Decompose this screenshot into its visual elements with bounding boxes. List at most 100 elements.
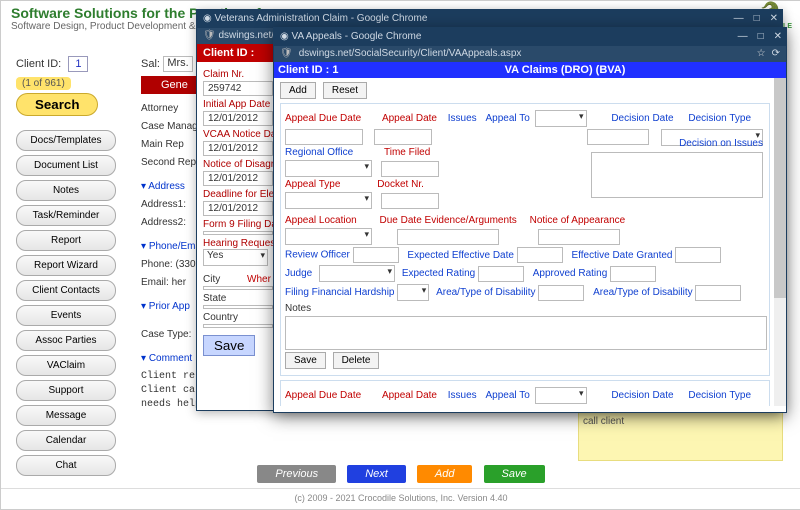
search-button[interactable]: Search — [16, 93, 98, 116]
document-list-button[interactable]: Document List — [16, 155, 116, 176]
claim-nr-input[interactable]: 259742 — [203, 81, 273, 96]
appeal-due-date-input[interactable] — [285, 129, 363, 145]
decision-on-issues-input[interactable] — [591, 152, 763, 198]
approved-rating-input[interactable] — [610, 266, 656, 282]
notes-button[interactable]: Notes — [16, 180, 116, 201]
city-where-label: Wher — [247, 274, 271, 285]
city-label: City — [203, 274, 220, 285]
appeal-due-date-label: Appeal Due Date — [285, 113, 361, 124]
star-icon[interactable]: ☆ — [757, 46, 766, 62]
appeal-to-select[interactable] — [535, 110, 587, 127]
sal-label: Sal: — [141, 58, 160, 70]
va-appeals-url[interactable]: 🛡 dswings.net/SocialSecurity/Client/VAAp… — [274, 46, 786, 62]
bottom-save-button[interactable]: Save — [484, 465, 545, 483]
calendar-button[interactable]: Calendar — [16, 430, 116, 451]
initial-app-date-input[interactable]: 12/01/2012 — [203, 111, 273, 126]
assoc-parties-button[interactable]: Assoc Parties — [16, 330, 116, 351]
client-contacts-button[interactable]: Client Contacts — [16, 280, 116, 301]
bottom-add-button[interactable]: Add — [417, 465, 473, 483]
effective-date-granted-input[interactable] — [675, 247, 721, 263]
close-icon[interactable]: ✕ — [774, 28, 782, 46]
docket-nr-input[interactable] — [381, 193, 439, 209]
state-input[interactable] — [203, 305, 273, 309]
appeal-type-select[interactable] — [285, 192, 372, 209]
add-button[interactable]: Add — [280, 82, 316, 99]
due-date-evidence-input[interactable] — [397, 229, 499, 245]
panel-save-button[interactable]: Save — [285, 352, 326, 369]
deadline-input[interactable]: 12/01/2012 — [203, 201, 273, 216]
message-button[interactable]: Message — [16, 405, 116, 426]
client-id-bar-blue: Client ID : 1 VA Claims (DRO) (BVA) — [274, 62, 786, 78]
previous-button[interactable]: Previous — [257, 465, 336, 483]
events-button[interactable]: Events — [16, 305, 116, 326]
reset-button[interactable]: Reset — [323, 82, 367, 99]
nod-input[interactable]: 12/01/2012 — [203, 171, 273, 186]
footer-copyright: (c) 2009 - 2021 Crocodile Solutions, Inc… — [1, 488, 800, 503]
appeal-to-select-2[interactable] — [535, 387, 587, 404]
appeal-location-label: Appeal Location — [285, 215, 357, 226]
financial-hardship-label: Filing Financial Hardship — [285, 287, 395, 298]
hearing-select[interactable]: Yes — [203, 249, 268, 266]
docket-nr-label: Docket Nr. — [377, 179, 424, 190]
regional-office-select[interactable] — [285, 160, 372, 177]
appeal-date-label: Appeal Date — [382, 113, 437, 124]
appeal-panel-1: Appeal Due Date Appeal Date Issues Appea… — [280, 103, 770, 376]
appeal-panel-2: Appeal Due Date Appeal Date Issues Appea… — [280, 380, 770, 406]
va-claim-save-button[interactable]: Save — [203, 335, 255, 356]
va-claim-titlebar[interactable]: ◉ Veterans Administration Claim - Google… — [197, 10, 782, 28]
client-id-value[interactable]: 1 — [68, 56, 88, 72]
docs-templates-button[interactable]: Docs/Templates — [16, 130, 116, 151]
vcaa-date-input[interactable]: 12/01/2012 — [203, 141, 273, 156]
form9-input[interactable] — [203, 231, 273, 235]
minimize-icon[interactable]: — — [738, 28, 748, 46]
area-type-disability-input-1[interactable] — [538, 285, 584, 301]
task-reminder-button[interactable]: Task/Reminder — [16, 205, 116, 226]
panel-delete-button[interactable]: Delete — [333, 352, 380, 369]
chrome-icon: ◉ — [203, 13, 212, 24]
expected-effective-date-input[interactable] — [517, 247, 563, 263]
maximize-icon[interactable]: □ — [754, 10, 760, 28]
judge-select[interactable] — [319, 265, 395, 282]
chrome-icon: ◉ — [280, 31, 289, 42]
va-appeals-window: ◉ VA Appeals - Google Chrome — □ ✕ 🛡 dsw… — [273, 27, 787, 413]
reload-icon[interactable]: ⟳ — [772, 46, 780, 62]
va-appeals-titlebar[interactable]: ◉ VA Appeals - Google Chrome — □ ✕ — [274, 28, 786, 46]
appeal-to-label-2: Appeal To — [485, 390, 529, 401]
expected-rating-label: Expected Rating — [402, 268, 475, 279]
report-button[interactable]: Report — [16, 230, 116, 251]
financial-hardship-select[interactable] — [397, 284, 429, 301]
judge-label: Judge — [285, 268, 312, 279]
email-value: her — [172, 277, 186, 288]
appeal-location-select[interactable] — [285, 228, 372, 245]
bottom-nav: Previous Next Add Save — [1, 465, 800, 483]
appeal-to-label: Appeal To — [485, 113, 529, 124]
minimize-icon[interactable]: — — [734, 10, 744, 28]
notes-textarea[interactable] — [285, 316, 767, 350]
expected-rating-input[interactable] — [478, 266, 524, 282]
area-type-disability-label-2: Area/Type of Disability — [593, 287, 693, 298]
sticky-note[interactable]: call client — [578, 411, 783, 461]
city-input[interactable] — [203, 286, 273, 290]
vaclaim-button[interactable]: VAClaim — [16, 355, 116, 376]
decision-date-input[interactable] — [587, 129, 649, 145]
report-wizard-button[interactable]: Report Wizard — [16, 255, 116, 276]
issues-label-2: Issues — [448, 390, 477, 401]
next-button[interactable]: Next — [347, 465, 406, 483]
close-icon[interactable]: ✕ — [770, 10, 778, 28]
client-id-label: Client ID: 1 — [16, 56, 126, 72]
review-officer-input[interactable] — [353, 247, 399, 263]
scrollbar[interactable] — [774, 78, 786, 406]
country-input[interactable] — [203, 324, 273, 328]
maximize-icon[interactable]: □ — [758, 28, 764, 46]
expected-effective-date-label: Expected Effective Date — [407, 250, 514, 261]
appeal-date-input[interactable] — [374, 129, 432, 145]
time-filed-input[interactable] — [381, 161, 439, 177]
notice-appearance-input[interactable] — [538, 229, 620, 245]
due-date-evidence-label: Due Date Evidence/Arguments — [380, 215, 517, 226]
decision-date-label-2: Decision Date — [611, 390, 673, 401]
page-title: VA Claims (DRO) (BVA) — [348, 64, 782, 76]
support-button[interactable]: Support — [16, 380, 116, 401]
area-type-disability-input-2[interactable] — [695, 285, 741, 301]
sal-value[interactable]: Mrs. — [163, 56, 193, 72]
phone-value: (330 — [175, 259, 195, 270]
